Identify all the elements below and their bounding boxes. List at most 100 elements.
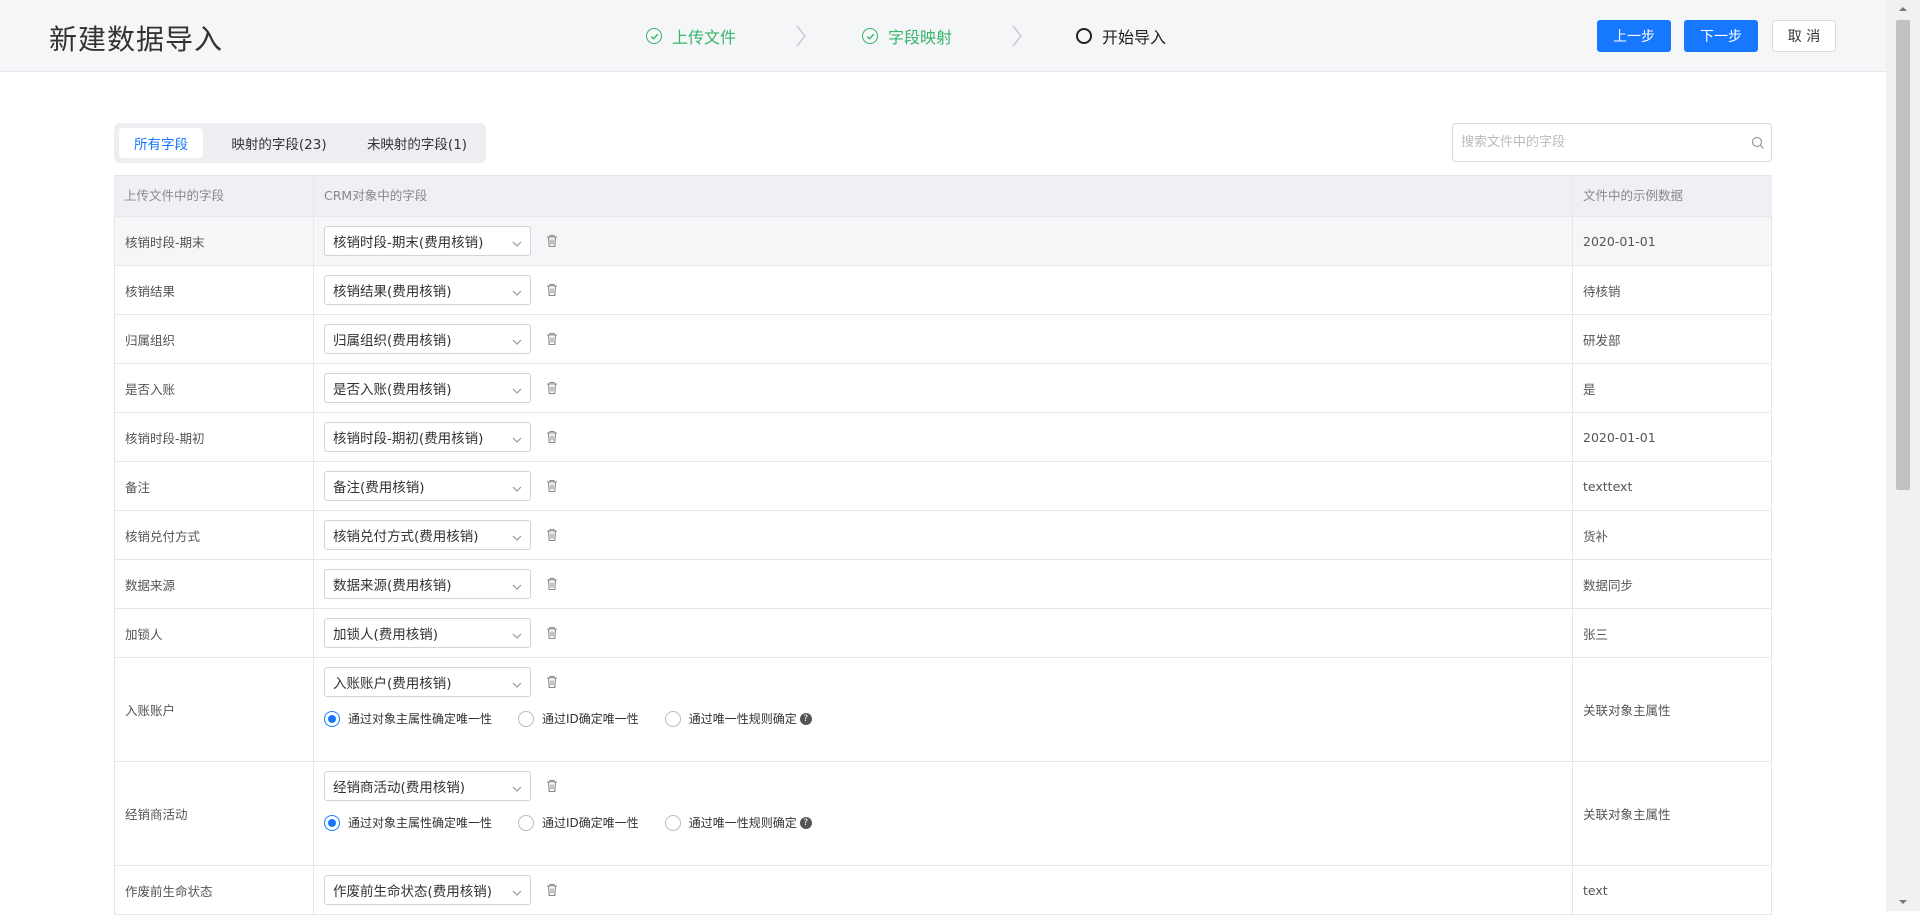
tab-mapped-fields[interactable]: 映射的字段(23) <box>211 128 347 158</box>
trash-icon[interactable] <box>546 430 558 444</box>
next-step-button[interactable]: 下一步 <box>1684 20 1758 52</box>
file-field-name: 备注 <box>125 479 151 495</box>
crm-field-select[interactable]: 数据来源(费用核销) <box>324 569 531 599</box>
file-field-cell: 作废前生命状态 <box>114 866 313 914</box>
sample-data-cell: 货补 <box>1572 511 1772 559</box>
search-icon[interactable] <box>1751 135 1765 154</box>
radio-button[interactable] <box>664 814 681 831</box>
tab-all-fields[interactable]: 所有字段 <box>119 128 203 158</box>
crm-field-cell: 归属组织(费用核销) <box>313 315 1572 363</box>
radio-button[interactable] <box>518 710 535 727</box>
trash-icon[interactable] <box>546 332 558 346</box>
trash-icon[interactable] <box>546 577 558 591</box>
main-content: 所有字段 映射的字段(23) 未映射的字段(1) 上传文件中的字段 CRM对象中… <box>0 73 1886 915</box>
prev-step-button[interactable]: 上一步 <box>1597 20 1671 52</box>
crm-field-cell: 是否入账(费用核销) <box>313 364 1572 412</box>
trash-icon[interactable] <box>546 479 558 493</box>
trash-icon[interactable] <box>546 234 558 248</box>
table-row: 加锁人 加锁人(费用核销) 张三 <box>114 609 1772 658</box>
crm-field-value: 备注(费用核销) <box>333 480 425 496</box>
sample-data-cell: 2020-01-01 <box>1572 413 1772 461</box>
uniqueness-radio-option[interactable]: 通过唯一性规则确定? <box>664 814 812 831</box>
cancel-button[interactable]: 取 消 <box>1772 20 1836 52</box>
uniqueness-radio-option[interactable]: 通过ID确定唯一性 <box>518 814 639 831</box>
table-row: 核销时段-期末 核销时段-期末(费用核销) 2020-01-01 <box>114 217 1772 266</box>
file-field-name: 核销结果 <box>125 283 176 299</box>
step-label: 上传文件 <box>672 28 737 47</box>
table-header: 上传文件中的字段 CRM对象中的字段 文件中的示例数据 <box>114 175 1772 217</box>
trash-icon[interactable] <box>546 883 558 897</box>
check-circle-icon <box>862 28 878 44</box>
crm-field-cell: 核销兑付方式(费用核销) <box>313 511 1572 559</box>
table-row: 作废前生命状态 作废前生命状态(费用核销) text <box>114 866 1772 915</box>
crm-field-value: 加锁人(费用核销) <box>333 627 439 643</box>
page-header: 新建数据导入 上传文件 字段映射 开始导入 上一步 下一步 取 消 <box>0 0 1886 72</box>
field-search <box>1452 123 1772 162</box>
help-icon[interactable]: ? <box>799 712 812 725</box>
column-header-sample-data: 文件中的示例数据 <box>1572 176 1772 216</box>
sample-value: 关联对象主属性 <box>1583 807 1671 822</box>
sample-data-cell: 研发部 <box>1572 315 1772 363</box>
file-field-cell: 是否入账 <box>114 364 313 412</box>
crm-field-select[interactable]: 核销时段-期初(费用核销) <box>324 422 531 452</box>
crm-field-cell: 数据来源(费用核销) <box>313 560 1572 608</box>
check-circle-icon <box>646 28 662 44</box>
chevron-right-icon <box>795 24 807 52</box>
table-row: 备注 备注(费用核销) texttext <box>114 462 1772 511</box>
file-field-cell: 备注 <box>114 462 313 510</box>
uniqueness-radio-group: 通过对象主属性确定唯一性 通过ID确定唯一性 通过唯一性规则确定? <box>324 710 838 727</box>
crm-field-select[interactable]: 归属组织(费用核销) <box>324 324 531 354</box>
crm-field-select[interactable]: 核销兑付方式(费用核销) <box>324 520 531 550</box>
uniqueness-radio-option[interactable]: 通过对象主属性确定唯一性 <box>324 710 492 727</box>
radio-label: 通过ID确定唯一性 <box>542 712 639 726</box>
sample-data-cell: 是 <box>1572 364 1772 412</box>
trash-icon[interactable] <box>546 779 558 793</box>
scroll-up-arrow-icon[interactable] <box>1886 0 1920 18</box>
sample-value: text <box>1583 882 1608 898</box>
sample-value: 是 <box>1583 381 1596 397</box>
chevron-down-icon <box>512 886 522 902</box>
radio-button[interactable] <box>324 814 340 831</box>
crm-field-select[interactable]: 备注(费用核销) <box>324 471 531 501</box>
crm-field-cell: 核销时段-期末(费用核销) <box>313 217 1572 265</box>
trash-icon[interactable] <box>546 528 558 542</box>
crm-field-select[interactable]: 入账账户(费用核销) <box>324 667 531 697</box>
help-icon[interactable]: ? <box>799 816 812 829</box>
scroll-down-arrow-icon[interactable] <box>1886 893 1920 911</box>
crm-field-select[interactable]: 核销时段-期末(费用核销) <box>324 226 531 256</box>
file-field-name: 归属组织 <box>125 332 176 348</box>
trash-icon[interactable] <box>546 381 558 395</box>
sample-value: 关联对象主属性 <box>1583 703 1671 718</box>
crm-field-value: 是否入账(费用核销) <box>333 382 452 398</box>
crm-field-select[interactable]: 是否入账(费用核销) <box>324 373 531 403</box>
file-field-cell: 数据来源 <box>114 560 313 608</box>
trash-icon[interactable] <box>546 626 558 640</box>
file-field-name: 核销时段-期末 <box>125 234 205 250</box>
table-row: 是否入账 是否入账(费用核销) 是 <box>114 364 1772 413</box>
crm-field-select[interactable]: 作废前生命状态(费用核销) <box>324 875 531 905</box>
uniqueness-radio-option[interactable]: 通过唯一性规则确定? <box>664 710 812 727</box>
trash-icon[interactable] <box>546 675 558 689</box>
file-field-name: 加锁人 <box>125 626 163 642</box>
chevron-down-icon <box>512 629 522 645</box>
scrollbar-thumb[interactable] <box>1896 20 1910 490</box>
radio-button[interactable] <box>324 710 340 727</box>
crm-field-cell: 作废前生命状态(费用核销) <box>313 866 1572 914</box>
radio-button[interactable] <box>518 814 535 831</box>
uniqueness-radio-option[interactable]: 通过ID确定唯一性 <box>518 710 639 727</box>
chevron-down-icon <box>512 335 522 351</box>
crm-field-select[interactable]: 经销商活动(费用核销) <box>324 771 531 801</box>
crm-field-select[interactable]: 核销结果(费用核销) <box>324 275 531 305</box>
tab-unmapped-fields[interactable]: 未映射的字段(1) <box>351 128 483 158</box>
sample-data-cell: 待核销 <box>1572 266 1772 314</box>
crm-field-select[interactable]: 加锁人(费用核销) <box>324 618 531 648</box>
trash-icon[interactable] <box>546 283 558 297</box>
radio-button[interactable] <box>664 710 681 727</box>
vertical-scrollbar[interactable] <box>1886 0 1920 911</box>
chevron-right-icon <box>1011 24 1023 52</box>
radio-label: 通过对象主属性确定唯一性 <box>348 816 493 830</box>
search-input[interactable] <box>1453 124 1733 161</box>
sample-data-cell: text <box>1572 866 1772 914</box>
uniqueness-radio-option[interactable]: 通过对象主属性确定唯一性 <box>324 814 492 831</box>
file-field-name: 数据来源 <box>125 577 176 593</box>
